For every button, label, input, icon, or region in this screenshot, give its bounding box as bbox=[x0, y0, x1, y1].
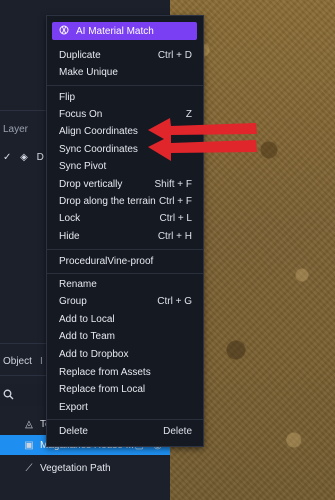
check-icon[interactable]: ✓ bbox=[3, 152, 11, 163]
path-icon: ⟋ bbox=[25, 462, 33, 474]
menu-item-group[interactable]: Group Ctrl + G bbox=[59, 293, 192, 309]
menu-item-focus-on[interactable]: Focus On Z bbox=[59, 106, 192, 122]
tree-row-vegetation[interactable]: ⟋ Vegetation Path bbox=[0, 458, 170, 478]
menu-item-label: Focus On bbox=[59, 108, 103, 120]
menu-item-label: Delete bbox=[59, 425, 88, 437]
menu-separator bbox=[47, 249, 203, 250]
tab-object[interactable]: Object bbox=[3, 356, 32, 367]
layers-icon: ◈ bbox=[20, 152, 28, 163]
menu-item-drop-along-terrain[interactable]: Drop along the terrain Ctrl + F bbox=[59, 193, 192, 209]
search-icon bbox=[3, 389, 14, 403]
menu-item-proceduralvine-proof[interactable]: ProceduralVine-proof bbox=[59, 253, 192, 269]
menu-item-make-unique[interactable]: Make Unique bbox=[59, 64, 192, 80]
globe-icon bbox=[59, 25, 69, 38]
menu-item-shortcut: Delete bbox=[163, 425, 192, 437]
cube-icon: ▣ bbox=[24, 439, 34, 451]
menu-item-export[interactable]: Export bbox=[59, 399, 192, 415]
menu-item-shortcut: Ctrl + L bbox=[159, 212, 192, 224]
menu-item-duplicate[interactable]: Duplicate Ctrl + D bbox=[59, 47, 192, 63]
layer-section-title: Layer bbox=[3, 124, 29, 135]
menu-item-rename[interactable]: Rename bbox=[59, 276, 192, 292]
menu-item-shortcut: Ctrl + G bbox=[157, 295, 192, 307]
menu-item-label: Rename bbox=[59, 278, 97, 290]
menu-item-sync-coordinates[interactable]: Sync Coordinates bbox=[59, 141, 192, 157]
menu-item-shortcut: Ctrl + F bbox=[158, 195, 192, 207]
tree-row-label: Vegetation Path bbox=[40, 462, 111, 474]
menu-item-label: Hide bbox=[59, 230, 80, 242]
menu-item-label: Make Unique bbox=[59, 66, 118, 78]
menu-item-label: Duplicate bbox=[59, 49, 101, 61]
terrain-icon: ◬ bbox=[25, 418, 33, 430]
menu-item-label: Sync Coordinates bbox=[59, 143, 138, 155]
menu-separator bbox=[47, 273, 203, 274]
menu-item-label: Export bbox=[59, 401, 88, 413]
menu-item-shortcut: Shift + F bbox=[154, 178, 192, 190]
menu-item-add-to-local[interactable]: Add to Local bbox=[59, 311, 192, 327]
menu-item-label: Lock bbox=[59, 212, 81, 224]
menu-item-label: Align Coordinates bbox=[59, 125, 138, 137]
menu-item-label: Drop vertically bbox=[59, 178, 123, 190]
menu-separator bbox=[47, 419, 203, 420]
tab-second[interactable]: I bbox=[40, 356, 43, 367]
menu-item-replace-from-local[interactable]: Replace from Local bbox=[59, 381, 192, 397]
menu-item-shortcut: Z bbox=[185, 108, 192, 120]
menu-item-align-coordinates[interactable]: Align Coordinates bbox=[59, 123, 192, 139]
menu-item-label: Group bbox=[59, 295, 87, 307]
menu-item-drop-vertically[interactable]: Drop vertically Shift + F bbox=[59, 176, 192, 192]
menu-item-sync-pivot[interactable]: Sync Pivot bbox=[59, 158, 192, 174]
menu-item-lock[interactable]: Lock Ctrl + L bbox=[59, 210, 192, 226]
menu-item-label: Add to Local bbox=[59, 313, 115, 325]
menu-item-label: Add to Team bbox=[59, 330, 115, 342]
menu-item-label: Replace from Assets bbox=[59, 366, 151, 378]
menu-item-shortcut: Ctrl + H bbox=[157, 230, 192, 242]
menu-item-replace-from-assets[interactable]: Replace from Assets bbox=[59, 364, 192, 380]
menu-item-label: Flip bbox=[59, 91, 76, 103]
menu-item-label: ProceduralVine-proof bbox=[59, 255, 154, 267]
context-menu: AI Material Match Duplicate Ctrl + D Make… bbox=[46, 15, 204, 447]
menu-item-label: Replace from Local bbox=[59, 383, 146, 395]
menu-separator bbox=[47, 85, 203, 86]
menu-item-label: Drop along the terrain bbox=[59, 195, 156, 207]
menu-item-delete[interactable]: Delete Delete bbox=[59, 423, 192, 439]
menu-item-add-to-team[interactable]: Add to Team bbox=[59, 328, 192, 344]
menu-header-label: AI Material Match bbox=[76, 25, 154, 37]
layer-row[interactable]: ✓ ◈ D bbox=[3, 152, 50, 163]
menu-item-label: Add to Dropbox bbox=[59, 348, 129, 360]
ai-material-match-button[interactable]: AI Material Match bbox=[52, 22, 197, 40]
menu-item-hide[interactable]: Hide Ctrl + H bbox=[59, 228, 192, 244]
menu-item-flip[interactable]: Flip bbox=[59, 89, 192, 105]
menu-item-add-to-dropbox[interactable]: Add to Dropbox bbox=[59, 346, 192, 362]
menu-item-shortcut: Ctrl + D bbox=[157, 49, 192, 61]
menu-item-label: Sync Pivot bbox=[59, 160, 107, 172]
layer-name: D bbox=[36, 152, 44, 163]
